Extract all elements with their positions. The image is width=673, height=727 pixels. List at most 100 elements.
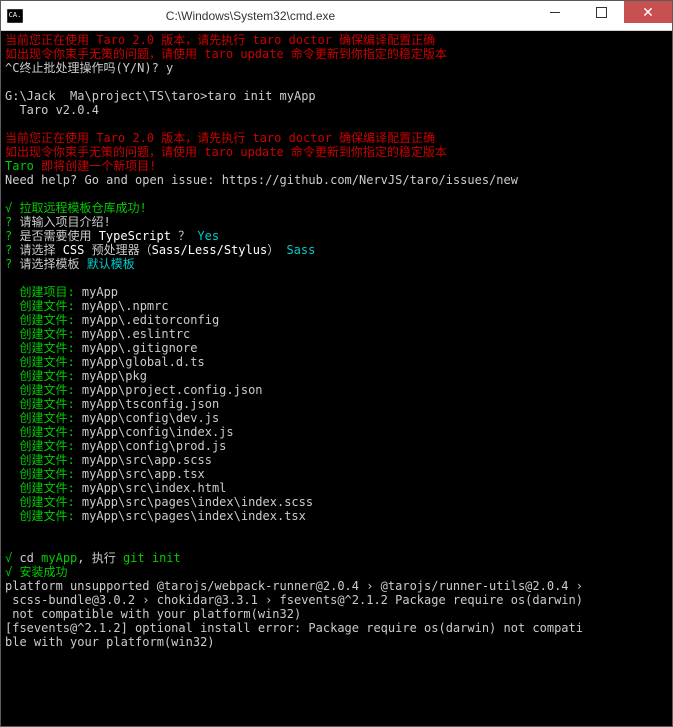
terminal-span: git init — [123, 551, 181, 565]
terminal-span: 创建文件: — [5, 453, 82, 467]
terminal-span: ? — [5, 243, 19, 257]
terminal-line: 创建文件: myApp\src\pages\index\index.tsx — [5, 509, 668, 523]
terminal-span: 请选择模板 — [19, 257, 86, 271]
terminal-span: 如出现令你束手无策的问题，请使用 taro update 命令更新到你指定的稳定… — [5, 47, 447, 61]
terminal-span: 创建文件: — [5, 481, 82, 495]
window-controls — [532, 1, 672, 30]
terminal-line: 创建文件: myApp\.editorconfig — [5, 313, 668, 327]
terminal-line: [fsevents@^2.1.2] optional install error… — [5, 621, 668, 635]
terminal-span: Yes — [197, 229, 219, 243]
terminal-span: 创建文件: — [5, 495, 82, 509]
terminal-line: platform unsupported @tarojs/webpack-run… — [5, 579, 668, 593]
terminal-span: 如出现令你束手无策的问题，请使用 taro update 命令更新到你指定的稳定… — [5, 145, 447, 159]
terminal-line: 创建文件: myApp\.npmrc — [5, 299, 668, 313]
terminal-span: 创建文件: — [5, 411, 82, 425]
terminal-line: √ 拉取远程模板仓库成功! — [5, 201, 668, 215]
terminal-line: 创建文件: myApp\.gitignore — [5, 341, 668, 355]
close-button[interactable] — [624, 1, 672, 23]
terminal-span: myApp\tsconfig.json — [82, 397, 219, 411]
terminal-span: Sass — [286, 243, 315, 257]
terminal-span: 创建文件: — [5, 299, 82, 313]
terminal-span: ? — [5, 215, 19, 229]
terminal-span: CSS — [63, 243, 92, 257]
terminal-span: myApp\.editorconfig — [82, 313, 219, 327]
terminal-line: √ cd myApp, 执行 git init — [5, 551, 668, 565]
terminal-span: Need help? Go and open issue: https://gi… — [5, 173, 518, 187]
terminal-span: myApp\.npmrc — [82, 299, 169, 313]
terminal-span: 创建项目: — [5, 285, 82, 299]
terminal-span: 预处理器（ — [92, 243, 152, 257]
terminal-span: myApp\global.d.ts — [82, 355, 205, 369]
terminal-span: ^C终止批处理操作吗(Y/N)? y — [5, 61, 173, 75]
terminal-span: 请输入项目介绍! — [19, 215, 110, 229]
terminal-span: ble with your platform(win32) — [5, 635, 215, 649]
terminal-span: TypeScript — [99, 229, 178, 243]
terminal-span: 是否需要使用 — [19, 229, 98, 243]
terminal-span: myApp\config\prod.js — [82, 439, 227, 453]
terminal-span: √ 拉取远程模板仓库成功! — [5, 201, 147, 215]
terminal-line: ^C终止批处理操作吗(Y/N)? y — [5, 61, 668, 75]
terminal-span: √ 安装成功 — [5, 565, 67, 579]
cmd-icon — [7, 9, 23, 23]
terminal-line: 创建文件: myApp\config\index.js — [5, 425, 668, 439]
terminal-span: myApp\config\index.js — [82, 425, 234, 439]
terminal-line: 创建文件: myApp\src\app.tsx — [5, 467, 668, 481]
terminal-line — [5, 537, 668, 551]
terminal-line: G:\Jack Ma\project\TS\taro>taro init myA… — [5, 89, 668, 103]
terminal-span: [fsevents@^2.1.2] optional install error… — [5, 621, 583, 635]
terminal-span: ? — [5, 257, 19, 271]
terminal-span: 创建文件: — [5, 313, 82, 327]
terminal-span: 创建文件: — [5, 467, 82, 481]
titlebar[interactable]: C:\Windows\System32\cmd.exe — [1, 1, 672, 31]
terminal-line: Need help? Go and open issue: https://gi… — [5, 173, 668, 187]
terminal-line — [5, 271, 668, 285]
terminal-span: , 执行 — [77, 551, 123, 565]
terminal-span: myApp — [41, 551, 77, 565]
terminal-line: Taro 即将创建一个新项目! — [5, 159, 668, 173]
terminal-span: scss-bundle@3.0.2 › chokidar@3.3.1 › fse… — [5, 593, 583, 607]
terminal-line: 创建文件: myApp\src\app.scss — [5, 453, 668, 467]
terminal-span: myApp\config\dev.js — [82, 411, 219, 425]
minimize-button[interactable] — [532, 1, 578, 23]
terminal-line — [5, 187, 668, 201]
terminal-span: 创建文件: — [5, 439, 82, 453]
terminal-line: 创建文件: myApp\src\pages\index\index.scss — [5, 495, 668, 509]
terminal-line: 创建项目: myApp — [5, 285, 668, 299]
terminal-line: ? 请选择模板 默认模板 — [5, 257, 668, 271]
maximize-button[interactable] — [578, 1, 624, 23]
terminal-span: Taro — [5, 159, 41, 173]
terminal-span: G:\Jack Ma\project\TS\taro>taro init myA… — [5, 89, 316, 103]
terminal-line: not compatible with your platform(win32) — [5, 607, 668, 621]
terminal-span: myApp\project.config.json — [82, 383, 263, 397]
terminal-line: 创建文件: myApp\src\index.html — [5, 481, 668, 495]
terminal-line: Taro v2.0.4 — [5, 103, 668, 117]
terminal-span: myApp\pkg — [82, 369, 147, 383]
terminal-span: myApp\src\index.html — [82, 481, 227, 495]
terminal-span: 当前您正在使用 Taro 2.0 版本，请先执行 taro doctor 确保编… — [5, 33, 435, 47]
terminal-span: myApp\.gitignore — [82, 341, 198, 355]
terminal-line: 创建文件: myApp\pkg — [5, 369, 668, 383]
terminal-line: 创建文件: myApp\tsconfig.json — [5, 397, 668, 411]
terminal-line: 创建文件: myApp\global.d.ts — [5, 355, 668, 369]
terminal-span: myApp\src\app.tsx — [82, 467, 205, 481]
terminal-line: 如出现令你束手无策的问题，请使用 taro update 命令更新到你指定的稳定… — [5, 145, 668, 159]
terminal-output[interactable]: 当前您正在使用 Taro 2.0 版本，请先执行 taro doctor 确保编… — [1, 31, 672, 726]
window-title: C:\Windows\System32\cmd.exe — [29, 9, 532, 23]
terminal-span: Taro v2.0.4 — [5, 103, 99, 117]
terminal-span: myApp\src\pages\index\index.tsx — [82, 509, 306, 523]
terminal-line: 如出现令你束手无策的问题，请使用 taro update 命令更新到你指定的稳定… — [5, 47, 668, 61]
terminal-line: 创建文件: myApp\config\prod.js — [5, 439, 668, 453]
terminal-span: cd — [19, 551, 41, 565]
terminal-span: platform unsupported @tarojs/webpack-run… — [5, 579, 583, 593]
terminal-span: 创建文件: — [5, 383, 82, 397]
terminal-span: myApp — [82, 285, 118, 299]
terminal-span: 创建文件: — [5, 369, 82, 383]
terminal-line: 当前您正在使用 Taro 2.0 版本，请先执行 taro doctor 确保编… — [5, 131, 668, 145]
terminal-span: 即将创建一个新项目! — [41, 159, 156, 173]
terminal-span: myApp\.eslintrc — [82, 327, 190, 341]
terminal-span: myApp\src\app.scss — [82, 453, 212, 467]
terminal-line: ? 请选择 CSS 预处理器（Sass/Less/Stylus） Sass — [5, 243, 668, 257]
terminal-line: scss-bundle@3.0.2 › chokidar@3.3.1 › fse… — [5, 593, 668, 607]
terminal-span: 创建文件: — [5, 341, 82, 355]
terminal-span: 创建文件: — [5, 509, 82, 523]
